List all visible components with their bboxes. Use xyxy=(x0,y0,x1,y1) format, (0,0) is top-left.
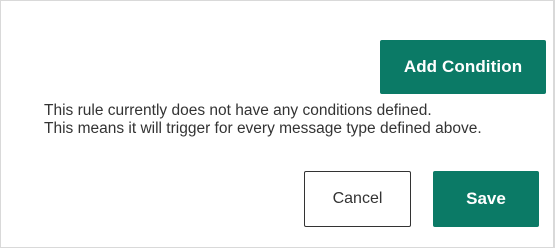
no-conditions-message: This rule currently does not have any co… xyxy=(44,102,524,138)
cancel-button[interactable]: Cancel xyxy=(304,171,411,227)
add-condition-button[interactable]: Add Condition xyxy=(380,40,546,94)
message-line-1: This rule currently does not have any co… xyxy=(44,102,432,119)
message-line-2: This means it will trigger for every mes… xyxy=(44,120,482,137)
conditions-panel: Add Condition This rule currently does n… xyxy=(0,0,555,248)
save-button[interactable]: Save xyxy=(433,171,539,227)
